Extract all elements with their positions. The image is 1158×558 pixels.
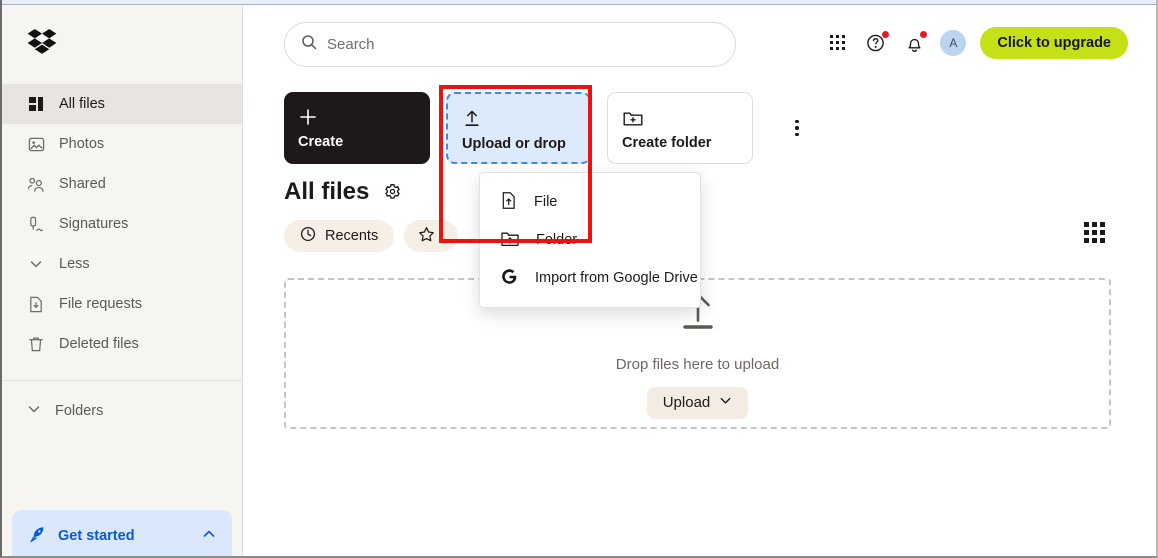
avatar[interactable]: A: [940, 30, 967, 56]
help-circle-icon[interactable]: [864, 31, 890, 55]
upload-arrow-icon: [462, 106, 575, 132]
menu-item-folder[interactable]: Folder: [480, 221, 700, 259]
star-icon: [418, 226, 435, 247]
browser-chrome-edge: [2, 0, 1156, 5]
sidebar-nav: All files Photos Shared Signatures Less …: [2, 84, 242, 364]
shared-icon: [27, 175, 45, 193]
rocket-icon: [28, 525, 46, 548]
kebab-menu-icon[interactable]: [783, 114, 811, 142]
sidebar-item-deleted-files[interactable]: Deleted files: [2, 324, 242, 364]
chip-label: Recents: [325, 228, 379, 244]
menu-item-label: Import from Google Drive: [535, 270, 698, 286]
create-button-label: Create: [298, 134, 344, 150]
all-files-icon: [27, 95, 45, 113]
plus-icon: [298, 104, 416, 130]
actions-toolbar: Create Upload or drop Create folder File…: [284, 92, 1156, 308]
get-started-panel[interactable]: Get started: [12, 510, 232, 556]
trash-icon: [27, 335, 45, 353]
dropzone-upload-label: Upload: [662, 394, 711, 411]
chevron-down-icon: [27, 255, 45, 273]
sidebar-item-file-requests[interactable]: File requests: [2, 284, 242, 324]
upload-dropdown-menu: File Folder Import from Google Drive: [479, 172, 701, 308]
bell-icon[interactable]: [902, 31, 928, 55]
gear-icon[interactable]: [383, 182, 403, 202]
filter-chips: Recents: [284, 220, 1156, 252]
dropbox-logo-icon: [27, 29, 57, 61]
grid-apps-icon[interactable]: [826, 31, 850, 55]
file-requests-icon: [27, 295, 45, 313]
folder-plus-icon: [622, 105, 738, 131]
signatures-icon: [27, 215, 45, 233]
sidebar-item-label: All files: [59, 96, 105, 112]
sidebar-item-signatures[interactable]: Signatures: [2, 204, 242, 244]
help-badge: [882, 31, 890, 38]
create-folder-button[interactable]: Create folder: [607, 92, 753, 164]
chip-recents[interactable]: Recents: [284, 220, 395, 252]
sidebar-item-label: Less: [59, 256, 90, 272]
grid-view-icon[interactable]: [1084, 222, 1108, 246]
sidebar-item-label: Deleted files: [59, 336, 139, 352]
page-title-row: All files: [284, 178, 1156, 206]
sidebar-item-label: Signatures: [59, 216, 129, 232]
sidebar-section-folders[interactable]: Folders: [2, 391, 242, 431]
dropbox-window: All files Photos Shared Signatures Less …: [0, 0, 1158, 558]
folder-upload-icon: [500, 229, 520, 252]
dropzone-upload-button[interactable]: Upload: [646, 386, 749, 419]
create-folder-label: Create folder: [622, 135, 712, 151]
dropbox-logo-link[interactable]: [2, 6, 242, 84]
sidebar-item-photos[interactable]: Photos: [2, 124, 242, 164]
photos-icon: [27, 135, 45, 153]
sidebar-folders-label: Folders: [55, 403, 104, 419]
sidebar-item-label: Shared: [59, 176, 106, 192]
upload-or-drop-label: Upload or drop: [462, 136, 566, 152]
search-icon: [301, 34, 317, 55]
search-placeholder: Search: [327, 36, 375, 53]
search-input[interactable]: Search: [284, 22, 736, 67]
sidebar-item-all-files[interactable]: All files: [2, 84, 242, 124]
sidebar-item-less[interactable]: Less: [2, 244, 242, 284]
file-upload-icon: [500, 191, 518, 214]
menu-item-file[interactable]: File: [480, 183, 700, 221]
get-started-label: Get started: [58, 528, 135, 544]
upgrade-button[interactable]: Click to upgrade: [980, 27, 1128, 59]
google-drive-g-icon: [500, 267, 519, 290]
clock-icon: [300, 226, 316, 246]
top-header: Search A Click to upgrade: [245, 6, 1156, 82]
chevron-down-icon: [719, 394, 732, 411]
sidebar-item-label: File requests: [59, 296, 143, 312]
chevron-up-icon[interactable]: [202, 527, 216, 546]
menu-item-label: Folder: [536, 232, 578, 248]
create-button[interactable]: Create: [284, 92, 430, 164]
sidebar-divider: [2, 380, 242, 381]
menu-item-import-google-drive[interactable]: Import from Google Drive: [480, 259, 700, 297]
chevron-down-icon: [27, 402, 41, 420]
upload-or-drop-button[interactable]: Upload or drop: [446, 92, 591, 164]
sidebar-item-shared[interactable]: Shared: [2, 164, 242, 204]
chip-starred[interactable]: [404, 220, 459, 252]
sidebar-item-label: Photos: [59, 136, 105, 152]
menu-item-label: File: [534, 194, 558, 210]
main-content: Search A Click to upgrade Create Upload …: [245, 6, 1156, 556]
page-title: All files: [284, 178, 370, 205]
sidebar: All files Photos Shared Signatures Less …: [2, 6, 243, 556]
header-actions: A Click to upgrade: [826, 27, 1128, 59]
dropzone-text: Drop files here to upload: [615, 355, 780, 373]
notifications-badge: [920, 31, 928, 38]
